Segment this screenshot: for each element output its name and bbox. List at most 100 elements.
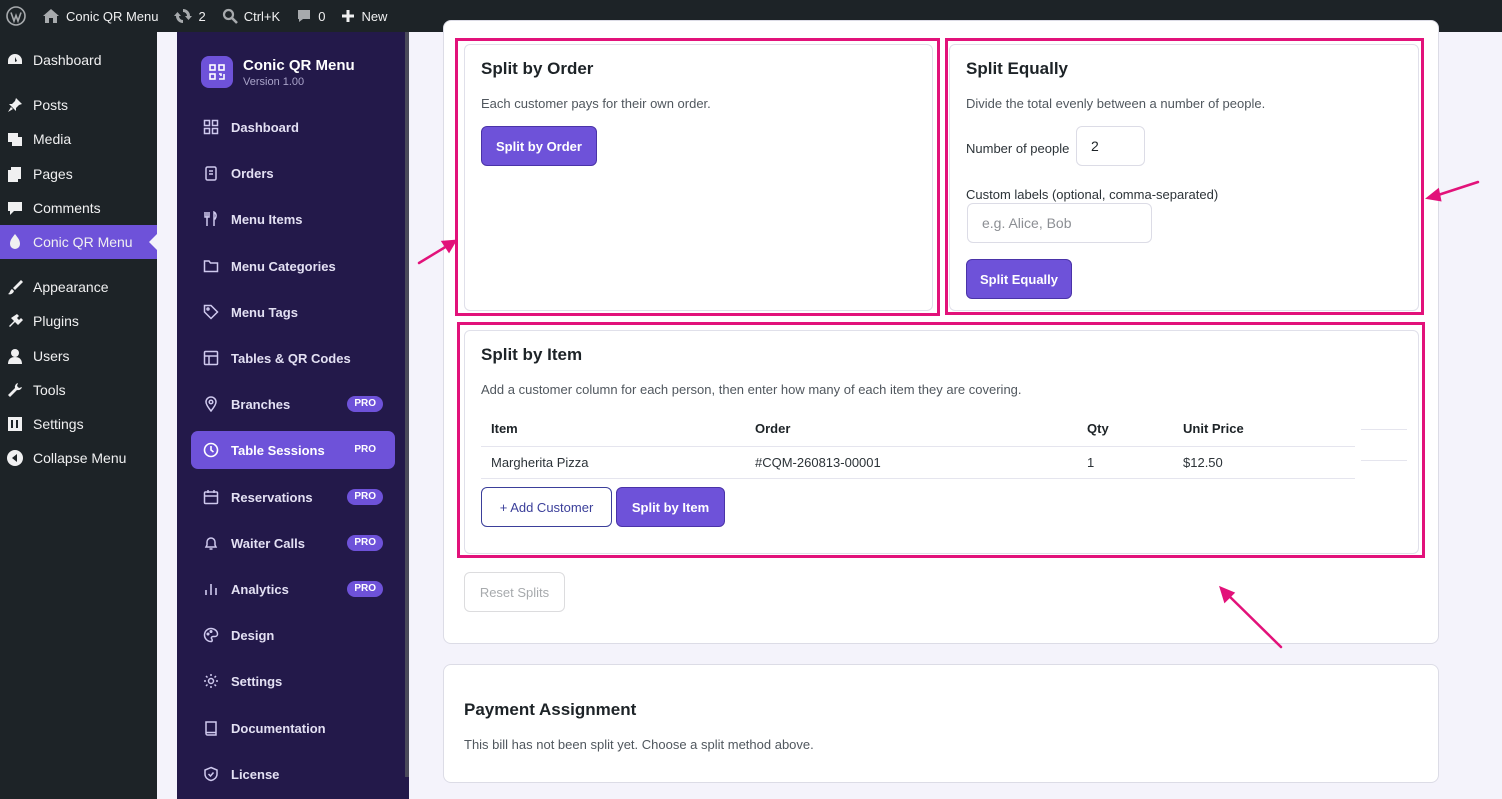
- nav-tables-qr-codes[interactable]: Tables & QR Codes: [191, 339, 395, 377]
- nav-label: Waiter Calls: [231, 535, 305, 551]
- comments-link[interactable]: 0: [288, 0, 333, 32]
- wp-menu-label: Settings: [33, 416, 84, 432]
- wordpress-logo-button[interactable]: [0, 0, 34, 32]
- wp-menu-dashboard[interactable]: Dashboard: [0, 43, 157, 77]
- calendar-icon: [203, 489, 219, 505]
- wp-menu-label: Posts: [33, 97, 69, 113]
- nav-design[interactable]: Design: [191, 616, 395, 654]
- new-label: New: [361, 8, 388, 24]
- gear-icon: [203, 673, 219, 689]
- wp-menu-pages[interactable]: Pages: [0, 157, 157, 191]
- palette-icon: [203, 627, 219, 643]
- nav-label: Orders: [231, 165, 274, 181]
- payment-assignment-title: Payment Assignment: [464, 700, 637, 719]
- updates-icon: [174, 9, 193, 23]
- wp-menu-label: Collapse Menu: [33, 450, 127, 466]
- wp-admin-menu: Dashboard Posts Media Pages Comments Con…: [0, 32, 157, 799]
- grid-icon: [203, 119, 219, 135]
- updates-count: 2: [198, 8, 206, 24]
- table-icon: [203, 350, 219, 366]
- bar-chart-icon: [203, 581, 219, 597]
- nav-label: Branches: [231, 396, 291, 412]
- nav-documentation[interactable]: Documentation: [191, 709, 395, 747]
- nav-reservations[interactable]: Reservations PRO: [191, 478, 395, 516]
- nav-waiter-calls[interactable]: Waiter Calls PRO: [191, 524, 395, 562]
- home-icon: [43, 9, 59, 23]
- nav-dashboard[interactable]: Dashboard: [191, 108, 395, 146]
- nav-settings[interactable]: Settings: [191, 662, 395, 700]
- updates-link[interactable]: 2: [166, 0, 213, 32]
- collapse-icon: [6, 449, 24, 467]
- user-icon: [6, 347, 24, 365]
- pro-badge: PRO: [347, 581, 383, 597]
- plus-icon: [342, 10, 355, 22]
- wp-menu-label: Conic QR Menu: [33, 234, 133, 250]
- qr-logo-icon: [201, 56, 233, 88]
- location-icon: [203, 396, 219, 412]
- pro-badge: PRO: [354, 444, 376, 455]
- plugin-name: Conic QR Menu: [243, 56, 355, 74]
- nav-menu-tags[interactable]: Menu Tags: [191, 293, 395, 331]
- pages-icon: [6, 165, 24, 183]
- dashboard-icon: [6, 51, 24, 69]
- nav-menu-items[interactable]: Menu Items: [191, 200, 395, 238]
- brush-icon: [6, 278, 24, 296]
- nav-label: Settings: [231, 673, 283, 689]
- payment-assignment-card: Payment Assignment This bill has not bee…: [443, 664, 1439, 783]
- plugin-brand: Conic QR Menu Version 1.00: [201, 56, 355, 88]
- wp-menu-label: Appearance: [33, 279, 109, 295]
- wp-menu-users[interactable]: Users: [0, 339, 157, 373]
- wp-menu-tools[interactable]: Tools: [0, 373, 157, 407]
- media-icon: [6, 130, 24, 148]
- wrench-icon: [6, 381, 24, 399]
- search-shortcut[interactable]: Ctrl+K: [214, 0, 288, 32]
- wp-menu-comments[interactable]: Comments: [0, 191, 157, 225]
- sidebar-scrollbar[interactable]: [405, 32, 409, 777]
- nav-label: Reservations: [231, 489, 313, 505]
- plug-icon: [6, 312, 24, 330]
- nav-branches[interactable]: Branches PRO: [191, 385, 395, 423]
- pro-badge: PRO: [347, 535, 383, 551]
- wp-menu-label: Plugins: [33, 313, 79, 329]
- wp-menu-posts[interactable]: Posts: [0, 88, 157, 122]
- nav-analytics[interactable]: Analytics PRO: [191, 570, 395, 608]
- nav-label: Analytics: [231, 581, 289, 597]
- wp-menu-plugins[interactable]: Plugins: [0, 304, 157, 338]
- nav-label: License: [231, 766, 280, 782]
- comment-icon: [6, 199, 24, 217]
- wp-menu-appearance[interactable]: Appearance: [0, 270, 157, 304]
- pro-badge: PRO: [347, 396, 383, 412]
- nav-license[interactable]: License: [191, 755, 395, 793]
- highlight-split-by-order: [455, 38, 940, 316]
- highlight-split-equally: [945, 38, 1424, 315]
- tag-icon: [203, 304, 219, 320]
- reset-splits-button[interactable]: Reset Splits: [464, 572, 565, 612]
- wp-menu-collapse[interactable]: Collapse Menu: [0, 441, 157, 475]
- payment-assignment-message: This bill has not been split yet. Choose…: [464, 737, 814, 752]
- search-shortcut-label: Ctrl+K: [243, 8, 281, 24]
- nav-label: Design: [231, 627, 275, 643]
- plugin-version: Version 1.00: [243, 75, 305, 88]
- settings-icon: [6, 415, 24, 433]
- comments-count: 0: [318, 8, 326, 24]
- pin-icon: [6, 96, 24, 114]
- folder-icon: [203, 258, 219, 274]
- wp-menu-conic-qr-menu[interactable]: Conic QR Menu: [0, 225, 157, 259]
- nav-label: Dashboard: [231, 119, 299, 135]
- nav-orders[interactable]: Orders: [191, 154, 395, 192]
- site-name: Conic QR Menu: [66, 8, 159, 24]
- search-icon: [222, 8, 238, 24]
- nav-label: Menu Tags: [231, 304, 298, 320]
- highlight-split-by-item: [457, 322, 1425, 558]
- bell-icon: [203, 535, 219, 551]
- wordpress-icon: [6, 6, 26, 26]
- nav-label: Tables & QR Codes: [231, 350, 351, 366]
- nav-table-sessions[interactable]: Table Sessions PRO: [191, 431, 395, 469]
- new-content-link[interactable]: New: [333, 0, 395, 32]
- wp-menu-label: Tools: [33, 382, 66, 398]
- clock-icon: [203, 442, 219, 458]
- nav-menu-categories[interactable]: Menu Categories: [191, 247, 395, 285]
- wp-menu-settings[interactable]: Settings: [0, 407, 157, 441]
- site-name-link[interactable]: Conic QR Menu: [34, 0, 166, 32]
- wp-menu-media[interactable]: Media: [0, 122, 157, 156]
